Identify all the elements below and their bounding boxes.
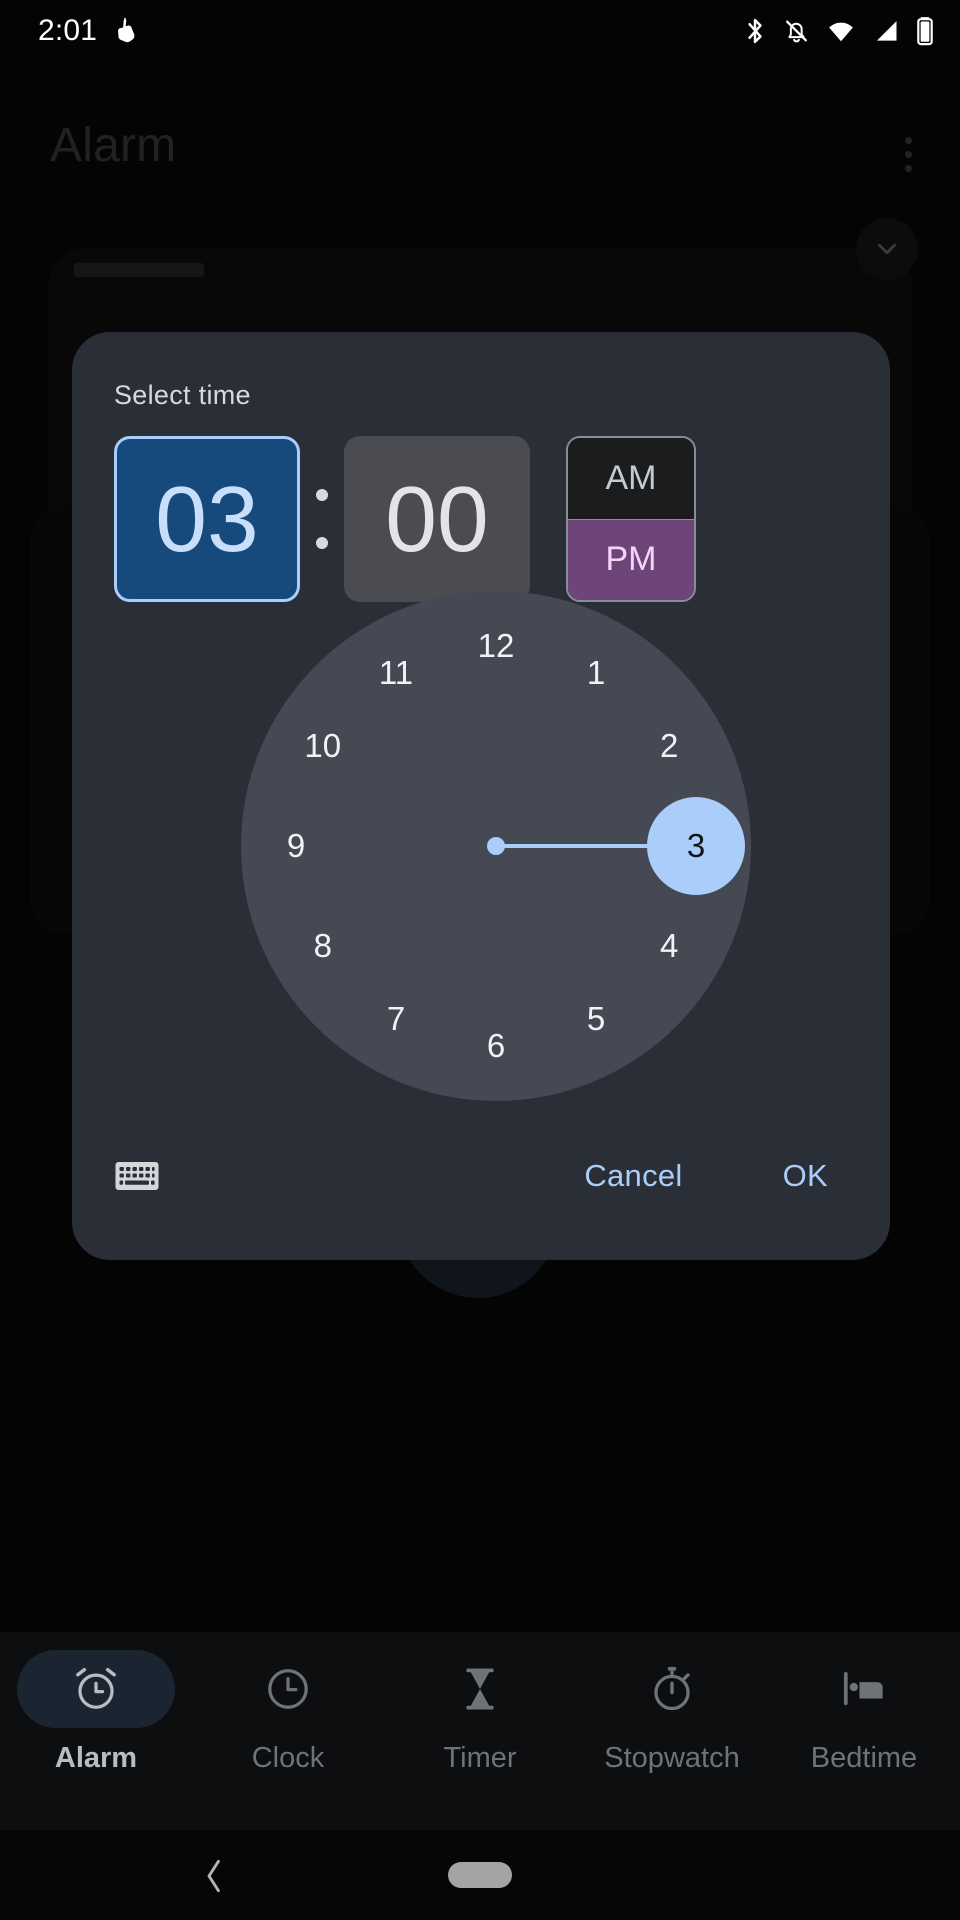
back-chevron-icon	[207, 1859, 220, 1893]
hourglass-icon	[466, 1668, 494, 1710]
clock-number-7[interactable]: 7	[364, 987, 428, 1051]
time-input-row: 03 00 AM PM	[114, 436, 850, 602]
cellular-signal-icon	[876, 21, 897, 41]
nav-label-timer: Timer	[443, 1742, 517, 1774]
status-bar: 2:01	[0, 0, 960, 62]
clock-number-5[interactable]: 5	[564, 987, 628, 1051]
stopwatch-icon	[654, 1666, 690, 1711]
keyboard-icon	[115, 1162, 159, 1190]
clock-icon	[268, 1669, 308, 1709]
clock-number-2[interactable]: 2	[637, 714, 701, 778]
nav-item-alarm[interactable]: Alarm	[0, 1650, 192, 1775]
clock-number-12[interactable]: 12	[464, 614, 528, 678]
minute-input[interactable]: 00	[344, 436, 530, 602]
clock-number-11[interactable]: 11	[364, 641, 428, 705]
nav-pill-timer	[401, 1650, 559, 1728]
nav-pill-bedtime	[785, 1650, 943, 1728]
time-picker-dialog: Select time 03 00 AM PM 12 1 2 3 4 5 6 7 8 9 10 11	[72, 332, 890, 1260]
nav-pill-clock	[209, 1650, 367, 1728]
hour-input[interactable]: 03	[114, 436, 300, 602]
alarm-clock-icon	[76, 1667, 116, 1709]
clock-number-4[interactable]: 4	[637, 914, 701, 978]
nav-item-timer[interactable]: Timer	[384, 1650, 576, 1775]
ok-button[interactable]: OK	[761, 1144, 850, 1208]
bottom-navigation-bar: Alarm Clock Timer Stopwatch Bedtime	[0, 1632, 960, 1830]
nav-item-clock[interactable]: Clock	[192, 1650, 384, 1775]
separator-dot	[316, 537, 328, 549]
am-pm-toggle: AM PM	[566, 436, 696, 602]
clock-dial[interactable]: 12 1 2 3 4 5 6 7 8 9 10 11	[241, 591, 751, 1101]
touch-indicator-icon	[118, 17, 135, 43]
nav-item-stopwatch[interactable]: Stopwatch	[576, 1650, 768, 1775]
status-bar-clock: 2:01	[38, 14, 98, 47]
keyboard-input-toggle-button[interactable]	[106, 1145, 168, 1207]
nav-label-bedtime: Bedtime	[810, 1742, 918, 1774]
dialog-title: Select time	[114, 380, 251, 410]
clock-hand-line	[496, 844, 692, 848]
nav-item-bedtime[interactable]: Bedtime	[768, 1650, 960, 1775]
clock-number-8[interactable]: 8	[291, 914, 355, 978]
clock-number-10[interactable]: 10	[291, 714, 355, 778]
nav-label-alarm: Alarm	[54, 1742, 138, 1774]
separator-dot	[316, 489, 328, 501]
bed-icon	[843, 1671, 883, 1706]
cancel-button[interactable]: Cancel	[562, 1144, 704, 1208]
clock-number-1[interactable]: 1	[564, 641, 628, 705]
pm-button[interactable]: PM	[568, 518, 694, 600]
bluetooth-icon	[748, 18, 762, 44]
wifi-icon	[829, 22, 853, 42]
clock-number-9[interactable]: 9	[264, 814, 328, 878]
notifications-off-icon	[786, 20, 807, 43]
system-navigation-bar	[0, 1830, 960, 1920]
nav-pill-stopwatch	[593, 1650, 751, 1728]
dialog-action-row: Cancel OK	[72, 1110, 890, 1260]
system-back-button[interactable]	[190, 1852, 238, 1900]
system-home-handle[interactable]	[448, 1862, 512, 1888]
phone-screen: Alarm 2:01	[0, 0, 960, 1920]
am-button[interactable]: AM	[568, 438, 694, 519]
status-bar-right	[743, 15, 934, 47]
status-bar-left: 2:01	[38, 14, 139, 48]
nav-label-clock: Clock	[251, 1742, 325, 1774]
nav-pill-alarm	[17, 1650, 175, 1728]
clock-number-6[interactable]: 6	[464, 1014, 528, 1078]
battery-icon	[917, 17, 933, 46]
nav-label-stopwatch: Stopwatch	[604, 1742, 740, 1774]
time-separator-icon	[300, 436, 344, 602]
clock-hand-center-dot	[487, 837, 505, 855]
